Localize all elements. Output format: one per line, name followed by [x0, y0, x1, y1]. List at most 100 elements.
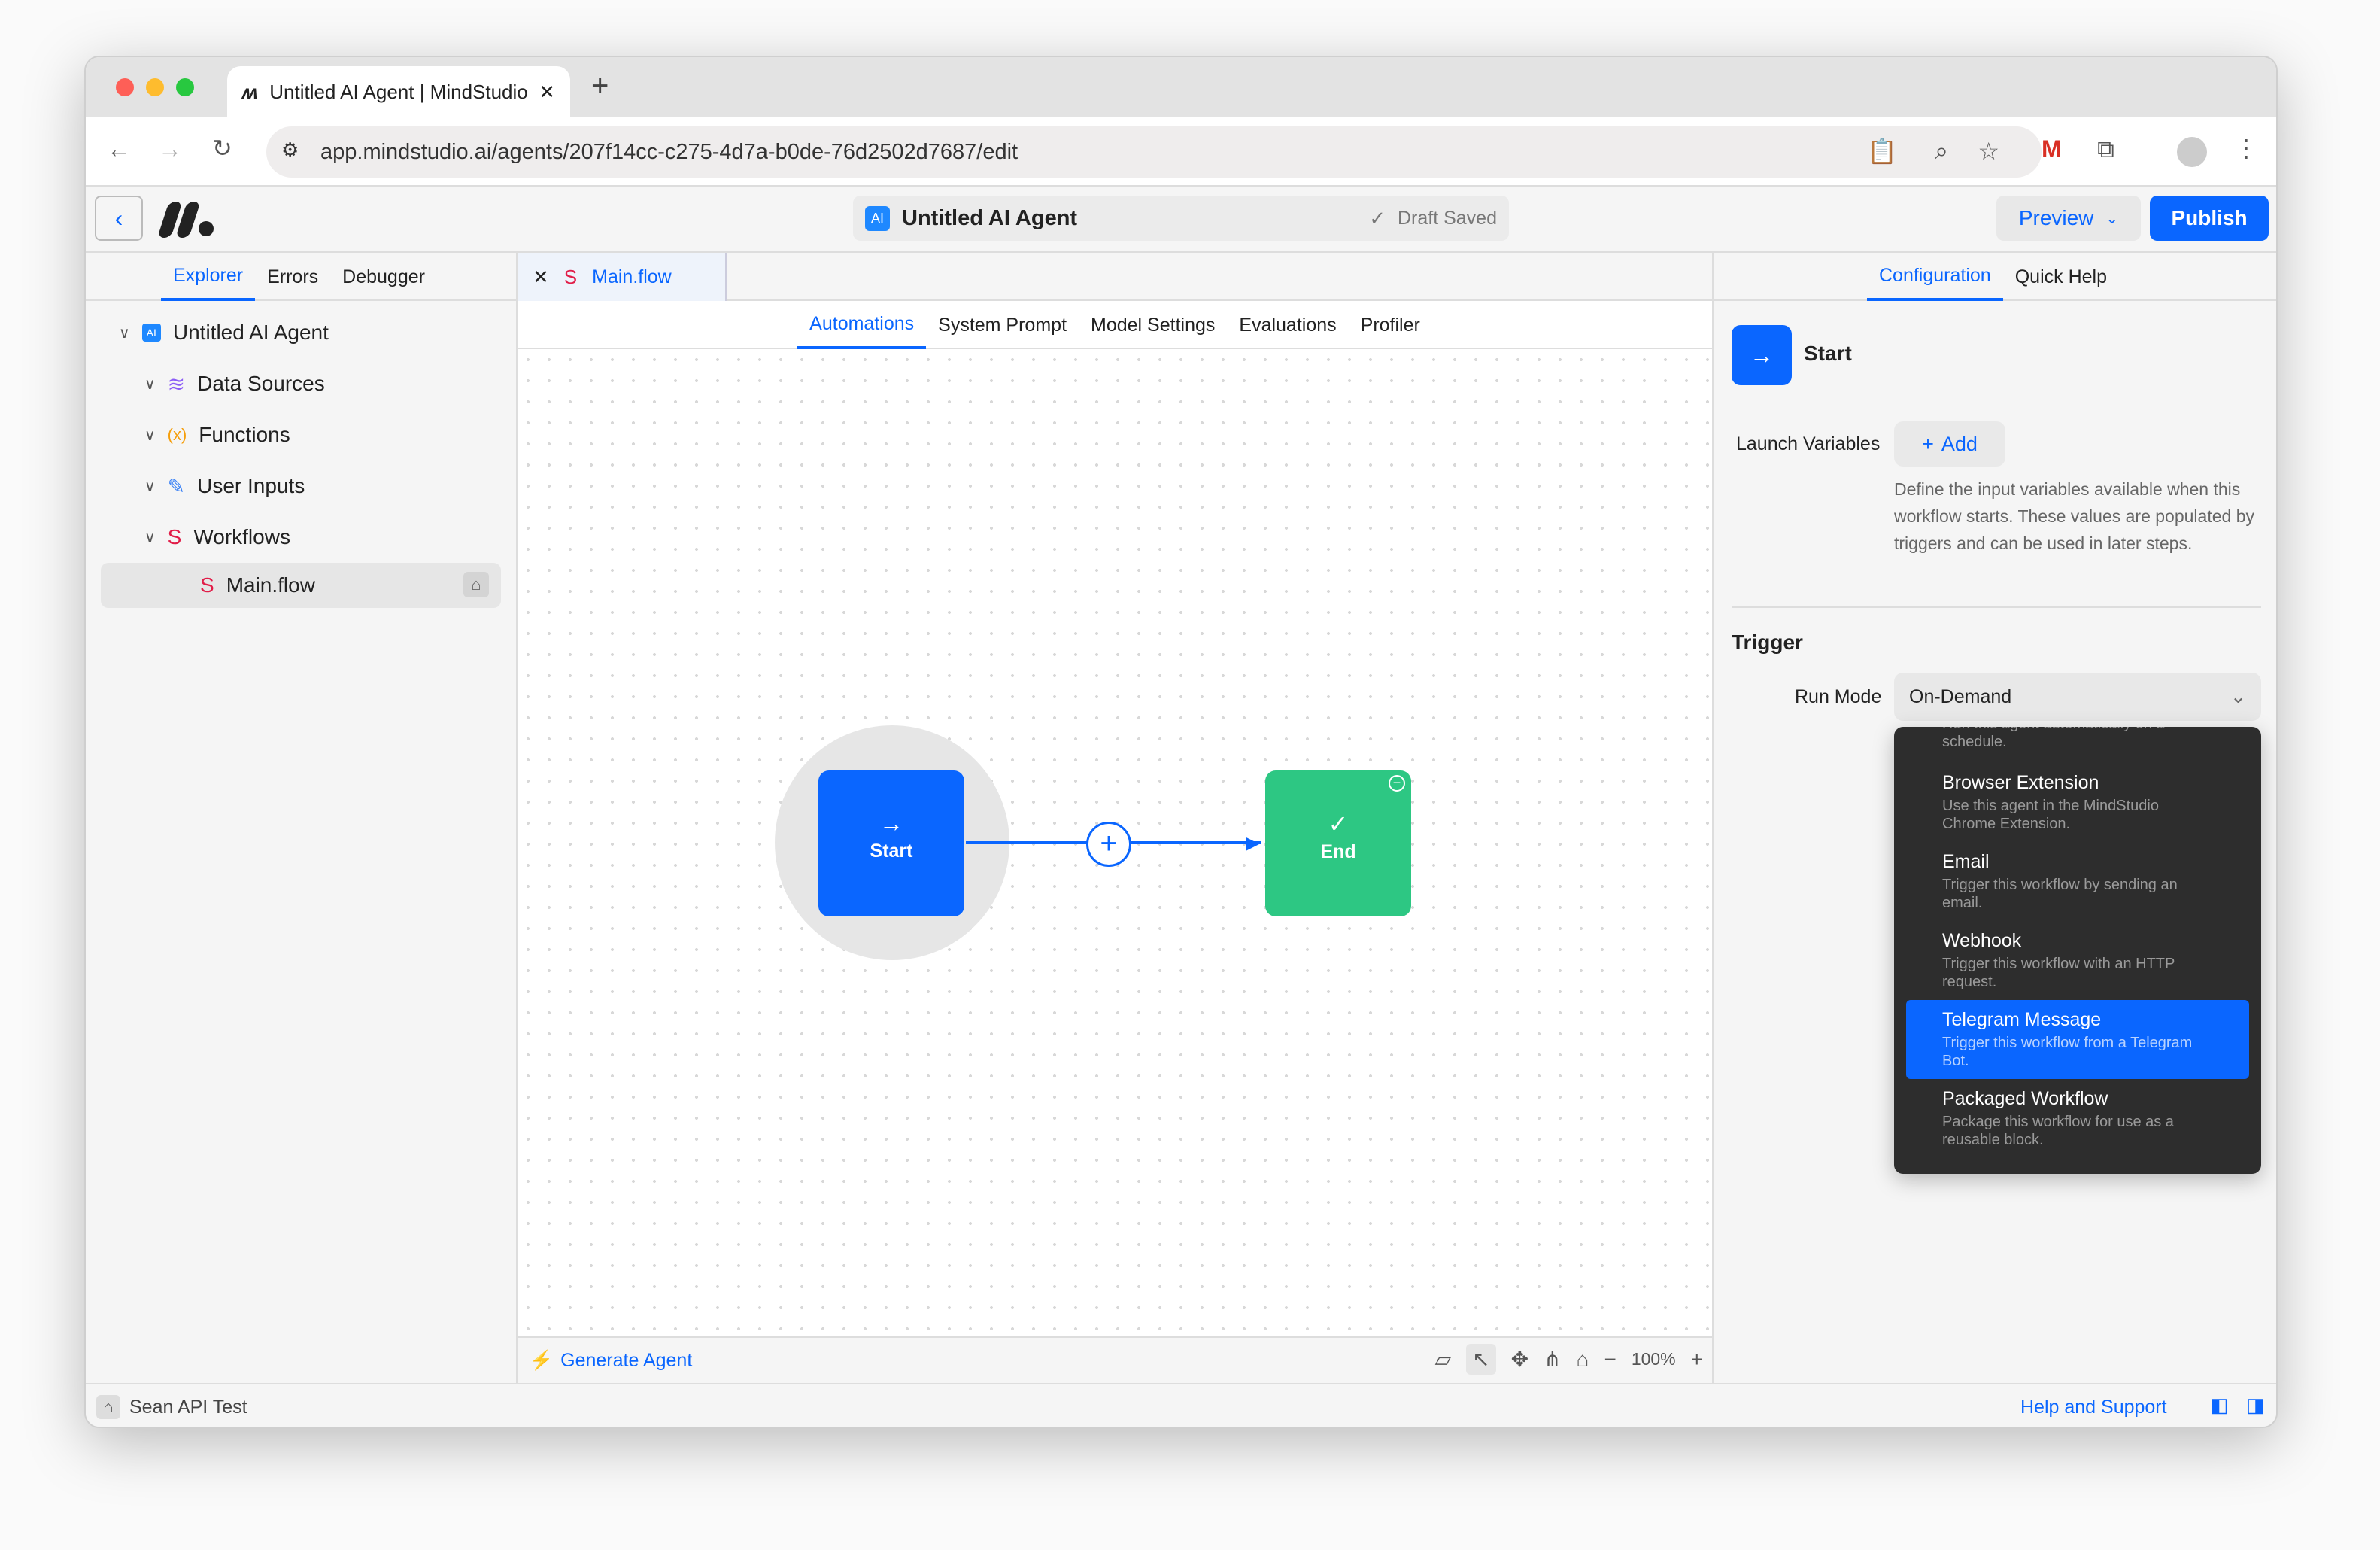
- minimize-window-button[interactable]: [146, 78, 164, 96]
- left-tabs: Explorer Errors Debugger: [86, 253, 516, 301]
- toggle-left-panel-icon[interactable]: ◧: [2210, 1393, 2229, 1417]
- chevron-down-icon: ⌄: [2105, 210, 2119, 227]
- extensions-icon[interactable]: ⧉: [2097, 135, 2114, 164]
- dropdown-option-webhook[interactable]: Webhook Trigger this workflow with an HTT…: [1894, 921, 2261, 1000]
- help-and-support-link[interactable]: Help and Support: [2020, 1397, 2167, 1418]
- function-icon: (x): [167, 425, 187, 444]
- tab-configuration[interactable]: Configuration: [1867, 253, 2003, 301]
- tab-model-settings[interactable]: Model Settings: [1079, 301, 1227, 349]
- close-tab-icon[interactable]: ✕: [539, 81, 555, 104]
- select-cursor-icon[interactable]: ↖: [1466, 1344, 1496, 1375]
- dropdown-option-telegram-message[interactable]: Telegram Message Trigger this workflow fr…: [1906, 1000, 2249, 1079]
- workspace-home-icon[interactable]: ⌂: [96, 1395, 120, 1419]
- close-icon[interactable]: ✕: [533, 266, 549, 289]
- plus-icon: +: [1922, 432, 1934, 455]
- dropdown-option-browser-extension[interactable]: Browser Extension Use this agent in the M…: [1894, 763, 2261, 842]
- tab-evaluations[interactable]: Evaluations: [1227, 301, 1348, 349]
- tree-item-workflows[interactable]: ∨ S Workflows: [101, 512, 501, 563]
- tab-quick-help[interactable]: Quick Help: [2003, 253, 2119, 301]
- file-tabs: ✕ S Main.flow: [518, 253, 1712, 301]
- end-node-label: End: [1320, 841, 1356, 862]
- zoom-in-icon[interactable]: +: [1691, 1348, 1703, 1372]
- launch-variables-description: Define the input variables available whe…: [1894, 479, 2254, 553]
- browser-tab[interactable]: ʍ Untitled AI Agent | MindStudio ✕: [227, 66, 570, 117]
- tree-root[interactable]: ∨ AI Untitled AI Agent: [101, 307, 501, 358]
- end-node[interactable]: ✓ End −: [1265, 770, 1411, 916]
- home-icon[interactable]: ⌂: [463, 572, 489, 597]
- tab-explorer[interactable]: Explorer: [161, 253, 256, 301]
- zoom-out-icon[interactable]: −: [1604, 1348, 1616, 1372]
- auto-layout-icon[interactable]: ⋔: [1544, 1347, 1561, 1372]
- dropdown-option-packaged-workflow[interactable]: Packaged Workflow Package this workflow f…: [1894, 1079, 2261, 1158]
- add-step-button[interactable]: +: [1086, 822, 1131, 867]
- start-node[interactable]: → Start: [818, 770, 964, 916]
- pan-move-icon[interactable]: ✥: [1511, 1347, 1528, 1372]
- arrow-right-icon: →: [879, 810, 903, 837]
- tab-errors[interactable]: Errors: [255, 253, 330, 301]
- mindstudio-favicon-icon: ʍ: [242, 80, 258, 103]
- add-variable-button[interactable]: + Add: [1894, 421, 2005, 467]
- option-description: Use this agent in the MindStudio Chrome …: [1942, 798, 2159, 832]
- site-settings-icon[interactable]: ⚙: [281, 138, 299, 162]
- bookmark-star-icon[interactable]: ☆: [1978, 137, 1999, 166]
- option-description: Package this workflow for use as a reusa…: [1942, 1114, 2174, 1148]
- zoom-level: 100%: [1631, 1349, 1676, 1369]
- address-bar-row: ← → ↻ ⚙ app.mindstudio.ai/agents/207f14c…: [86, 117, 2276, 187]
- remove-icon[interactable]: −: [1389, 775, 1405, 792]
- draft-status: Draft Saved: [1397, 207, 1497, 229]
- toggle-right-panel-icon[interactable]: ◨: [2246, 1393, 2265, 1417]
- tree-root-label: Untitled AI Agent: [172, 321, 329, 344]
- file-tree: ∨ AI Untitled AI Agent ∨ ≋ Data Sources ∨ (x)…: [86, 301, 516, 614]
- canvas-toolbar: ⚡ Generate Agent ▱ ↖ ✥ ⋔ ⌂ − 100% +: [518, 1336, 1712, 1383]
- check-icon: ✓: [1369, 206, 1386, 229]
- block-title: Start: [1804, 342, 1852, 365]
- generate-agent-button[interactable]: ⚡ Generate Agent: [530, 1350, 692, 1372]
- home-icon[interactable]: ⌂: [1577, 1348, 1589, 1372]
- config-panel: Configuration Quick Help → Start Launch …: [1714, 253, 2276, 1383]
- sticky-note-icon[interactable]: ▱: [1435, 1347, 1452, 1372]
- generate-agent-label: Generate Agent: [560, 1350, 693, 1371]
- browser-menu-icon[interactable]: ⋮: [2234, 134, 2258, 163]
- zoom-icon[interactable]: ⌕: [1935, 137, 1948, 166]
- tree-item-data-sources[interactable]: ∨ ≋ Data Sources: [101, 358, 501, 409]
- check-circle-icon: ✓: [1328, 810, 1349, 837]
- editor-panel: ✕ S Main.flow Automations System Prompt Mo…: [518, 253, 1714, 1383]
- option-title: Packaged Workflow: [1942, 1088, 2108, 1109]
- agent-title-bar[interactable]: AI Untitled AI Agent ✓ Draft Saved: [853, 196, 1509, 241]
- tab-debugger[interactable]: Debugger: [330, 253, 437, 301]
- workflow-canvas[interactable]: → Start ▶ + ✓ End −: [518, 349, 1712, 1336]
- back-button[interactable]: ‹: [95, 196, 143, 241]
- run-mode-select[interactable]: On-Demand ⌄: [1894, 673, 2261, 721]
- tab-automations[interactable]: Automations: [797, 301, 927, 349]
- chevron-down-icon: ⌄: [2230, 686, 2246, 707]
- agent-title: Untitled AI Agent: [902, 205, 1078, 230]
- workspace-name[interactable]: Sean API Test: [129, 1397, 247, 1418]
- chevron-down-icon: ∨: [144, 427, 156, 444]
- new-tab-button[interactable]: +: [591, 69, 609, 103]
- back-icon[interactable]: ←: [107, 135, 131, 163]
- close-window-button[interactable]: [116, 78, 134, 96]
- tree-item-user-inputs[interactable]: ∨ ✎ User Inputs: [101, 460, 501, 512]
- profile-avatar[interactable]: [2177, 137, 2207, 167]
- publish-button[interactable]: Publish: [2150, 196, 2269, 241]
- ai-badge-icon: AI: [865, 205, 891, 231]
- gmail-extension-icon[interactable]: M: [2042, 135, 2062, 163]
- clipboard-icon[interactable]: 📋: [1867, 137, 1897, 166]
- option-title: Browser Extension: [1942, 772, 2099, 793]
- tab-profiler[interactable]: Profiler: [1349, 301, 1432, 349]
- maximize-window-button[interactable]: [176, 78, 194, 96]
- url-bar[interactable]: ⚙ app.mindstudio.ai/agents/207f14cc-c275…: [266, 126, 2042, 178]
- ai-badge-icon: AI: [141, 324, 161, 342]
- dropdown-option-email[interactable]: Email Trigger this workflow by sending an…: [1894, 842, 2261, 921]
- tree-item-functions[interactable]: ∨ (x) Functions: [101, 409, 501, 460]
- chevron-down-icon: ∨: [144, 529, 156, 546]
- editor-subtabs: Automations System Prompt Model Settings…: [518, 301, 1712, 349]
- dropdown-option-schedule[interactable]: Run this agent automatically on a schedu…: [1894, 727, 2261, 763]
- reload-icon[interactable]: ↻: [212, 134, 232, 163]
- preview-button[interactable]: Preview ⌄: [1996, 196, 2141, 241]
- forward-icon[interactable]: →: [158, 135, 182, 163]
- tab-system-prompt[interactable]: System Prompt: [926, 301, 1079, 349]
- tree-item-main-flow[interactable]: S Main.flow ⌂: [101, 563, 501, 608]
- file-tab-main-flow[interactable]: ✕ S Main.flow: [518, 253, 727, 301]
- workflow-icon: S: [200, 573, 214, 597]
